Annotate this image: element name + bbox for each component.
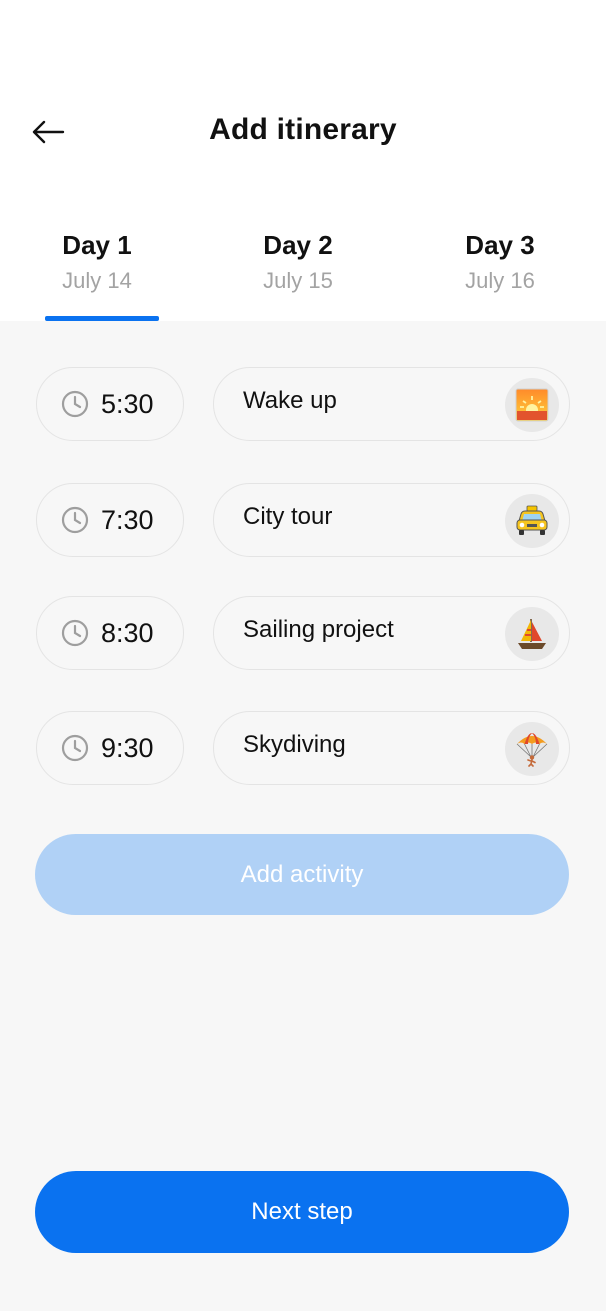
time-picker[interactable]: 8:30 [36, 596, 184, 670]
active-tab-indicator [45, 316, 159, 321]
clock-icon [61, 619, 89, 647]
sailboat-icon [505, 607, 559, 661]
activity-item[interactable]: Skydiving [213, 711, 570, 785]
tab-day-label: Day 1 [62, 230, 132, 260]
next-step-button[interactable]: Next step [35, 1171, 569, 1253]
activity-label: Wake up [243, 387, 337, 414]
time-picker[interactable]: 9:30 [36, 711, 184, 785]
activity-row: 5:30 Wake up [0, 367, 606, 443]
time-value: 5:30 [101, 388, 154, 419]
activity-label: Skydiving [243, 731, 346, 758]
activity-row: 9:30 Skydiving [0, 711, 606, 787]
time-value: 8:30 [101, 617, 154, 648]
activity-item[interactable]: Sailing project [213, 596, 570, 670]
taxi-icon [505, 494, 559, 548]
activity-row: 8:30 Sailing project [0, 596, 606, 672]
tab-date-label: July 15 [263, 268, 333, 293]
day-tabs: Day 1 July 14 Day 2 July 15 Day 3 July 1… [0, 228, 606, 321]
tab-day-3[interactable]: Day 3 July 16 [420, 228, 580, 296]
time-value: 9:30 [101, 732, 154, 763]
tab-date-label: July 16 [465, 268, 535, 293]
time-picker[interactable]: 5:30 [36, 367, 184, 441]
clock-icon [61, 506, 89, 534]
clock-icon [61, 390, 89, 418]
tab-day-2[interactable]: Day 2 July 15 [218, 228, 378, 296]
sunrise-icon [505, 378, 559, 432]
time-value: 7:30 [101, 504, 154, 535]
activity-label: Sailing project [243, 616, 394, 643]
tab-day-label: Day 3 [465, 230, 535, 260]
tab-date-label: July 14 [62, 268, 132, 293]
clock-icon [61, 734, 89, 762]
activity-label: City tour [243, 503, 333, 530]
activity-item[interactable]: Wake up [213, 367, 570, 441]
parachute-icon [505, 722, 559, 776]
add-activity-button[interactable]: Add activity [35, 834, 569, 915]
tab-day-label: Day 2 [263, 230, 333, 260]
tab-day-1[interactable]: Day 1 July 14 [17, 228, 177, 296]
page-title: Add itinerary [209, 113, 397, 146]
activity-row: 7:30 City tour [0, 483, 606, 559]
time-picker[interactable]: 7:30 [36, 483, 184, 557]
activity-item[interactable]: City tour [213, 483, 570, 557]
